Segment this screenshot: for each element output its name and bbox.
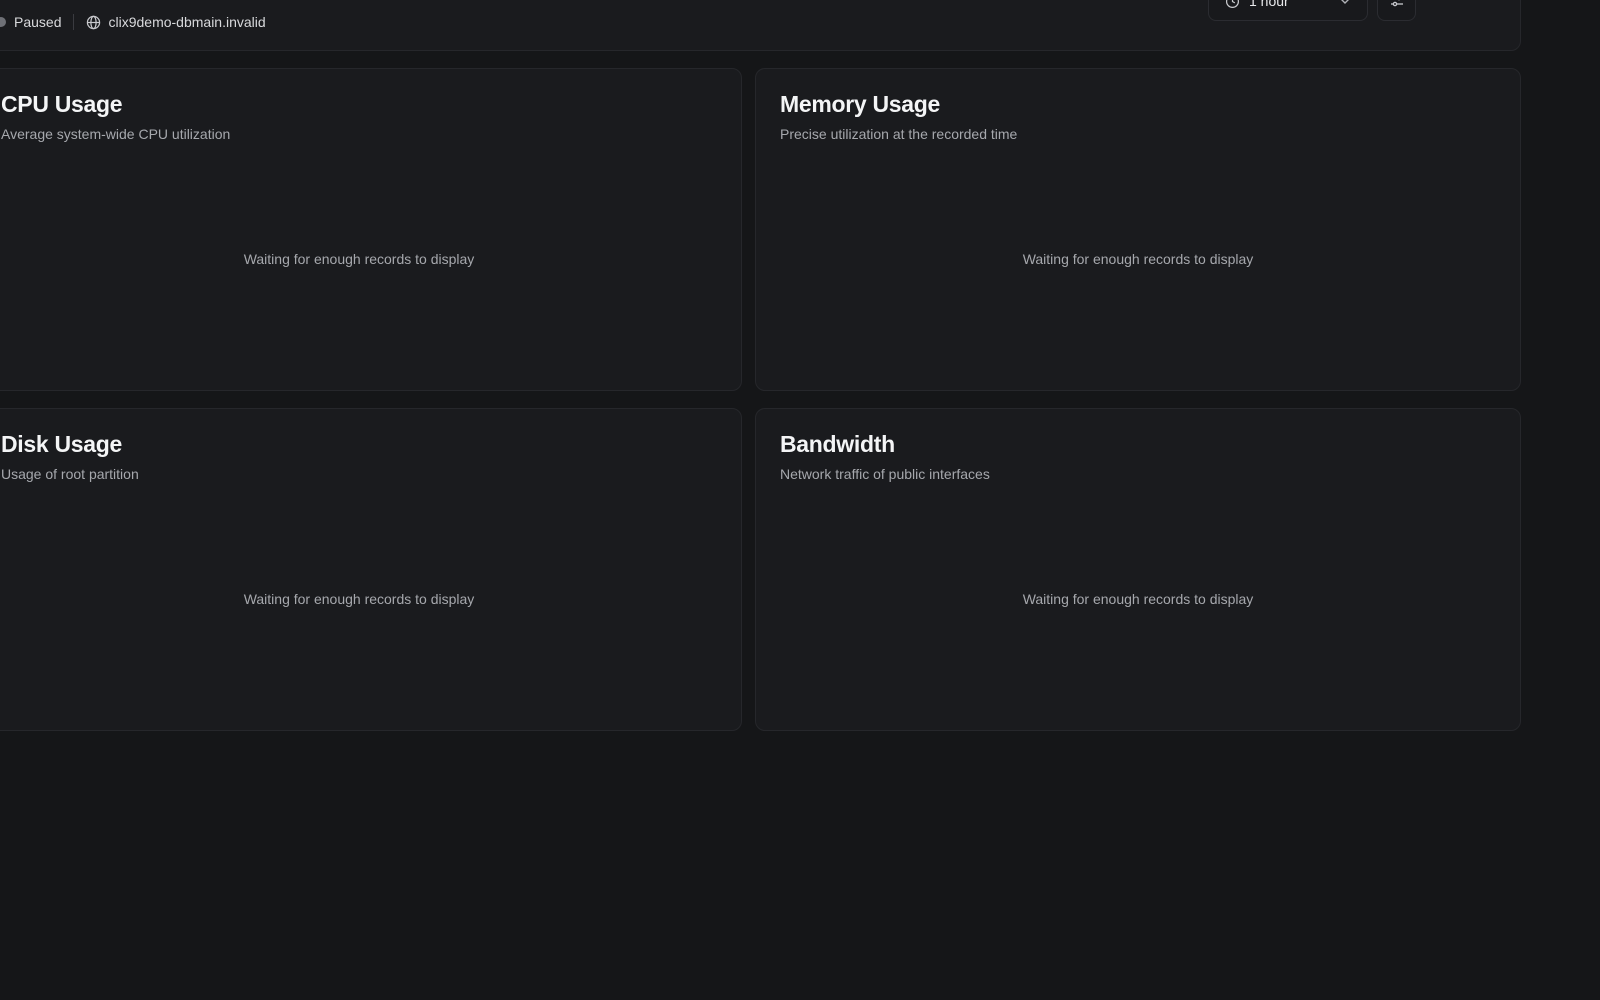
empty-state-message: Waiting for enough records to display	[1022, 251, 1254, 267]
globe-icon	[86, 15, 101, 30]
clock-icon	[1225, 0, 1240, 9]
status-dot	[0, 17, 6, 27]
system-header-card: Paused clix9demo-dbmain.invalid 1 hour	[0, 0, 1521, 51]
card-description: Usage of root partition	[1, 466, 139, 482]
card-description: Network traffic of public interfaces	[780, 466, 990, 482]
host-address: clix9demo-dbmain.invalid	[108, 14, 266, 30]
memory-usage-card: Memory Usage Precise utilization at the …	[755, 68, 1521, 391]
chart-settings-button[interactable]	[1377, 0, 1416, 21]
status-divider	[73, 14, 75, 30]
card-title: Bandwidth	[780, 431, 895, 457]
header-controls: 1 hour	[1208, 0, 1416, 21]
card-title: Disk Usage	[1, 431, 123, 457]
time-range-value: 1 hour	[1249, 0, 1289, 9]
cpu-usage-card: CPU Usage Average system-wide CPU utiliz…	[0, 68, 742, 391]
time-range-select[interactable]: 1 hour	[1208, 0, 1368, 21]
empty-state-message: Waiting for enough records to display	[243, 591, 475, 607]
sliders-icon	[1390, 0, 1404, 8]
card-description: Average system-wide CPU utilization	[1, 126, 231, 142]
empty-state-message: Waiting for enough records to display	[1022, 591, 1254, 607]
empty-state-message: Waiting for enough records to display	[243, 251, 475, 267]
card-description: Precise utilization at the recorded time	[780, 126, 1018, 142]
card-title: CPU Usage	[1, 91, 123, 117]
card-title: Memory Usage	[780, 91, 941, 117]
system-status-row: Paused clix9demo-dbmain.invalid	[0, 13, 266, 31]
status-label: Paused	[14, 14, 62, 30]
system-dashboard: Paused clix9demo-dbmain.invalid 1 hour C…	[0, 0, 1600, 1000]
chevron-down-icon	[1339, 0, 1351, 7]
bandwidth-card: Bandwidth Network traffic of public inte…	[755, 408, 1521, 731]
disk-usage-card: Disk Usage Usage of root partition Waiti…	[0, 408, 742, 731]
